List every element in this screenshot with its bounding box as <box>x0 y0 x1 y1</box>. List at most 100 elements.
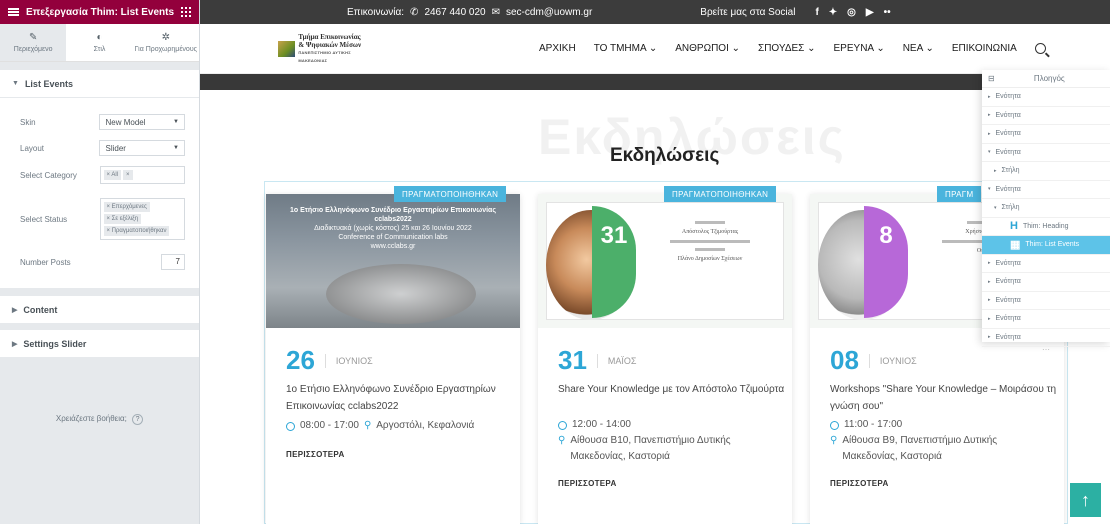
facebook-icon[interactable]: f <box>815 7 818 18</box>
scroll-to-top-button[interactable]: ↑ <box>1070 483 1101 517</box>
section-list-events[interactable]: ▼ List Events <box>0 70 199 98</box>
logo-mark <box>278 40 296 57</box>
caret-right-icon[interactable]: ▸ <box>994 168 997 174</box>
section-settings-slider[interactable]: ▶ Settings Slider <box>0 330 199 358</box>
topbar-contact: Επικοινωνία: ✆ 2467 440 020 ✉ sec-cdm@uo… <box>347 7 592 18</box>
event-image[interactable]: 1ο Ετήσιο Ελληνόφωνο Συνέδριο Εργαστηρίω… <box>266 194 520 328</box>
navigator-row[interactable]: ▸ Ενότητα <box>982 88 1110 107</box>
navigator-row[interactable]: ▾ Στήλη <box>982 199 1110 218</box>
menu-item-department[interactable]: ΤΟ ΤΜΗΜΑ ⌄ <box>594 43 658 54</box>
menu-item-contact[interactable]: ΕΠΙΚΟΙΝΩΝΙΑ <box>952 43 1017 54</box>
read-more-link[interactable]: ΠΕΡΙΣΣΟΤΕΡΑ <box>286 450 345 459</box>
caret-down-icon[interactable]: ▾ <box>988 149 991 155</box>
layout-select[interactable]: Slider ▼ <box>99 140 185 156</box>
control-skin: Skin New Model ▼ <box>20 114 185 130</box>
event-title[interactable]: Workshops "Share Your Knowledge – Μοιράσ… <box>830 381 1060 415</box>
menu-item-studies[interactable]: ΣΠΟΥΔΕΣ ⌄ <box>758 43 815 54</box>
navigator-resize-handle[interactable]: ⋯ <box>982 346 1110 357</box>
event-image[interactable]: 31 Απόστολος Τζιμούρτας Πλάνο Δημοσίων Σ… <box>538 194 792 328</box>
navigator-row[interactable]: ▸ Ενότητα <box>982 292 1110 310</box>
navigator-title: Πλοηγός <box>1033 74 1065 83</box>
status-multiselect[interactable]: × Επερχόμενες × Σε εξέλιξη × Πραγματοποι… <box>99 198 185 240</box>
poster-day: 8 <box>879 222 893 249</box>
read-more-link[interactable]: ΠΕΡΙΣΣΟΤΕΡΑ <box>558 479 617 488</box>
hamburger-menu-icon[interactable] <box>8 8 19 16</box>
image-rock-shape <box>326 264 476 324</box>
navigator-row-label: Ενότητα <box>995 111 1021 119</box>
caret-down-icon[interactable]: ▾ <box>994 205 997 211</box>
youtube-icon[interactable]: ▶ <box>866 7 874 18</box>
navigator-row[interactable]: ▾ Ενότητα <box>982 144 1110 162</box>
event-title[interactable]: Share Your Knowledge με τον Απόστολο Τζι… <box>558 381 788 398</box>
clock-icon <box>286 422 295 431</box>
section-list-events-label: List Events <box>24 78 73 89</box>
caret-right-icon[interactable]: ▸ <box>988 334 991 340</box>
skin-select[interactable]: New Model ▼ <box>99 114 185 130</box>
navigator-row[interactable]: ▸ Ενότητα <box>982 107 1110 125</box>
event-location: Αίθουσα Β9, Πανεπιστήμιο Δυτικής Μακεδον… <box>842 435 998 462</box>
event-card[interactable]: 31 Απόστολος Τζιμούρτας Πλάνο Δημοσίων Σ… <box>538 194 792 524</box>
category-label: Select Category <box>20 170 77 180</box>
status-tag[interactable]: × Πραγματοποιήθηκαν <box>103 226 170 236</box>
navigator-row[interactable]: ▸ Ενότητα <box>982 310 1110 329</box>
status-tag[interactable]: × Επερχόμενες <box>103 202 150 212</box>
event-time-row: 11:00 - 17:00 <box>830 417 1060 433</box>
section-content[interactable]: ▶ Content <box>0 296 199 324</box>
caret-right-icon[interactable]: ▸ <box>988 297 991 303</box>
site-logo[interactable]: Τμήμα Επικοινωνίας & Ψηφιακών Μέσων ΠΑΝΕ… <box>278 33 378 64</box>
caret-right-icon[interactable]: ▸ <box>988 260 991 266</box>
navigator-panel: ⊟ Πλοηγός ▸ Ενότητα ▸ Ενότητα ▸ Ενότητα ▾ Ενότη… <box>982 70 1110 354</box>
page-title: Εκδηλώσεις <box>610 145 720 166</box>
event-title[interactable]: 1ο Ετήσιο Ελληνόφωνο Συνέδριο Εργαστηρίω… <box>286 381 516 415</box>
caret-right-icon[interactable]: ▸ <box>988 316 991 322</box>
tab-content[interactable]: ✎ Περιεχόμενο <box>0 24 67 61</box>
number-posts-input[interactable]: 7 <box>161 254 185 270</box>
category-tag-remove[interactable]: × <box>123 170 133 180</box>
phone-number[interactable]: 2467 440 020 <box>424 7 485 18</box>
event-date: 31 ΜΑΪΟΣ <box>558 345 637 376</box>
widgets-grid-icon[interactable] <box>181 7 191 17</box>
image-text: cclabs2022 <box>374 216 412 223</box>
help-text: Χρειάζεστε βοήθεια; <box>55 414 127 423</box>
read-more-link[interactable]: ΠΕΡΙΣΣΟΤΕΡΑ <box>830 479 889 488</box>
caret-right-icon[interactable]: ▸ <box>988 131 991 137</box>
twitter-icon[interactable]: ✦ <box>829 7 837 18</box>
flickr-icon[interactable]: •• <box>884 7 891 18</box>
event-card[interactable]: 1ο Ετήσιο Ελληνόφωνο Συνέδριο Εργαστηρίω… <box>266 194 520 524</box>
status-tag[interactable]: × Σε εξέλιξη <box>103 214 142 224</box>
caret-right-icon[interactable]: ▸ <box>988 279 991 285</box>
tab-advanced[interactable]: ✲ Για Προχωρημένους <box>133 24 199 61</box>
category-tag[interactable]: × All <box>103 170 122 180</box>
navigator-row[interactable]: ▸ Ενότητα <box>982 273 1110 292</box>
menu-item-news[interactable]: ΝΕΑ ⌄ <box>903 43 934 54</box>
caret-down-icon[interactable]: ▾ <box>988 186 991 192</box>
email-address[interactable]: sec-cdm@uowm.gr <box>506 7 592 18</box>
category-multiselect[interactable]: × All × <box>99 166 185 184</box>
navigator-row[interactable]: ▸ Ενότητα <box>982 125 1110 144</box>
tab-advanced-label: Για Προχωρημένους <box>134 46 198 53</box>
help-link[interactable]: Χρειάζεστε βοήθεια; ? <box>0 414 199 425</box>
navigator-row[interactable]: ▸ Στήλη <box>982 162 1110 181</box>
caret-right-icon[interactable]: ▸ <box>988 94 991 100</box>
search-icon[interactable] <box>1034 43 1046 54</box>
image-text: 1ο Ετήσιο Ελληνόφωνο Συνέδριο Εργαστηρίω… <box>289 207 496 214</box>
status-ribbon: ΠΡΑΓΜΑΤΟΠΟΙΗΘΗΚΑΝ <box>394 186 507 202</box>
section-settings-label: Settings Slider <box>23 338 87 349</box>
navigator-row[interactable]: ▸ Ενότητα <box>982 255 1110 273</box>
chevron-down-icon: ▼ <box>173 119 179 125</box>
caret-right-icon[interactable]: ▸ <box>988 112 991 118</box>
poster-sub: Πλάνο Δημοσίων Σχέσεων <box>677 256 743 262</box>
navigator-row-label: Ενότητα <box>995 148 1021 156</box>
list-events-controls: Skin New Model ▼ Layout Slider ▼ Select Ca… <box>0 98 199 288</box>
tab-style[interactable]: ◐ Στιλ <box>66 24 132 61</box>
section-content-label: Content <box>23 304 58 315</box>
collapse-all-icon[interactable]: ⊟ <box>988 74 995 83</box>
navigator-row[interactable]: H Thim: Heading <box>982 218 1110 236</box>
instagram-icon[interactable]: ◎ <box>847 7 856 18</box>
menu-item-research[interactable]: ΕΡΕΥΝΑ ⌄ <box>834 43 885 54</box>
menu-item-home[interactable]: ΑΡΧΙΚΗ <box>539 43 576 54</box>
navigator-row[interactable]: ▾ Ενότητα <box>982 181 1110 199</box>
menu-item-people[interactable]: ΑΝΘΡΩΠΟΙ ⌄ <box>675 43 740 54</box>
navigator-row-label: Ενότητα <box>995 278 1021 286</box>
navigator-row[interactable]: ▦ Thim: List Events <box>982 236 1110 255</box>
